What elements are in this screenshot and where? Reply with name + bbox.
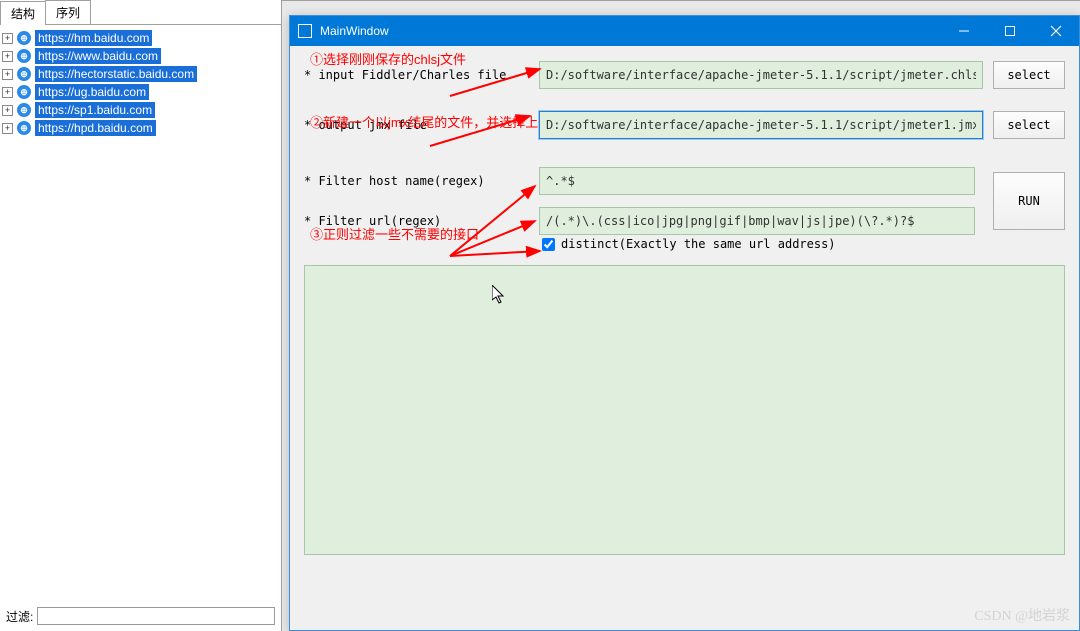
tree-label: https://sp1.baidu.com — [35, 102, 155, 118]
distinct-checkbox[interactable] — [542, 238, 555, 251]
maximize-button[interactable] — [987, 16, 1033, 46]
tab-sequence[interactable]: 序列 — [45, 0, 91, 24]
select-output-button[interactable]: select — [993, 111, 1065, 139]
label-input-file: * input Fiddler/Charles file — [304, 68, 539, 82]
tree-item[interactable]: + ⊕ https://hm.baidu.com — [2, 29, 279, 47]
window-content: * input Fiddler/Charles file select ①选择刚… — [290, 46, 1079, 565]
output-textarea[interactable] — [304, 265, 1065, 555]
globe-icon: ⊕ — [17, 31, 31, 45]
watermark: CSDN @地岩浆 — [974, 605, 1070, 625]
tree-item[interactable]: + ⊕ https://www.baidu.com — [2, 47, 279, 65]
tree-label: https://hm.baidu.com — [35, 30, 152, 46]
input-file-field[interactable] — [539, 61, 983, 89]
titlebar[interactable]: MainWindow — [290, 16, 1079, 46]
label-filter-host: * Filter host name(regex) — [304, 174, 539, 188]
filter-host-field[interactable] — [539, 167, 975, 195]
main-window: MainWindow * input Fiddler/Charles file … — [289, 15, 1080, 631]
globe-icon: ⊕ — [17, 67, 31, 81]
minimize-button[interactable] — [941, 16, 987, 46]
expand-icon[interactable]: + — [2, 33, 13, 44]
globe-icon: ⊕ — [17, 49, 31, 63]
left-sidebar: 结构 序列 + ⊕ https://hm.baidu.com + ⊕ https://w… — [0, 0, 282, 631]
tree-item[interactable]: + ⊕ https://hpd.baidu.com — [2, 119, 279, 137]
window-icon — [298, 24, 312, 38]
globe-icon: ⊕ — [17, 121, 31, 135]
tree-label: https://ug.baidu.com — [35, 84, 149, 100]
expand-icon[interactable]: + — [2, 51, 13, 62]
tree-label: https://hpd.baidu.com — [35, 120, 156, 136]
sidebar-tabs: 结构 序列 — [0, 0, 281, 25]
annotation-3: ③正则过滤一些不需要的接口 — [310, 224, 479, 243]
annotation-1: ①选择刚刚保存的chlsj文件 — [310, 49, 466, 68]
row-filter-host: * Filter host name(regex) — [304, 167, 975, 195]
tree-item[interactable]: + ⊕ https://hectorstatic.baidu.com — [2, 65, 279, 83]
expand-icon[interactable]: + — [2, 87, 13, 98]
expand-icon[interactable]: + — [2, 123, 13, 134]
distinct-label: distinct(Exactly the same url address) — [561, 237, 836, 251]
expand-icon[interactable]: + — [2, 105, 13, 116]
tab-structure[interactable]: 结构 — [0, 1, 46, 25]
expand-icon[interactable]: + — [2, 69, 13, 80]
close-button[interactable] — [1033, 16, 1079, 46]
run-button[interactable]: RUN — [993, 172, 1065, 230]
window-controls — [941, 16, 1079, 46]
globe-icon: ⊕ — [17, 85, 31, 99]
output-file-field[interactable] — [539, 111, 983, 139]
window-title: MainWindow — [320, 24, 941, 38]
tree-label: https://www.baidu.com — [35, 48, 161, 64]
filter-bar: 过滤: — [6, 607, 275, 625]
filter-url-field[interactable] — [539, 207, 975, 235]
distinct-row: distinct(Exactly the same url address) — [542, 237, 1065, 251]
select-input-button[interactable]: select — [993, 61, 1065, 89]
globe-icon: ⊕ — [17, 103, 31, 117]
tree-label: https://hectorstatic.baidu.com — [35, 66, 197, 82]
url-tree: + ⊕ https://hm.baidu.com + ⊕ https://www.bai… — [0, 25, 281, 141]
tree-item[interactable]: + ⊕ https://sp1.baidu.com — [2, 101, 279, 119]
tree-item[interactable]: + ⊕ https://ug.baidu.com — [2, 83, 279, 101]
filter-label: 过滤: — [6, 608, 33, 625]
filter-input[interactable] — [37, 607, 275, 625]
annotation-2: ②新建一个以jmx结尾的文件，并选择上 — [310, 112, 538, 131]
